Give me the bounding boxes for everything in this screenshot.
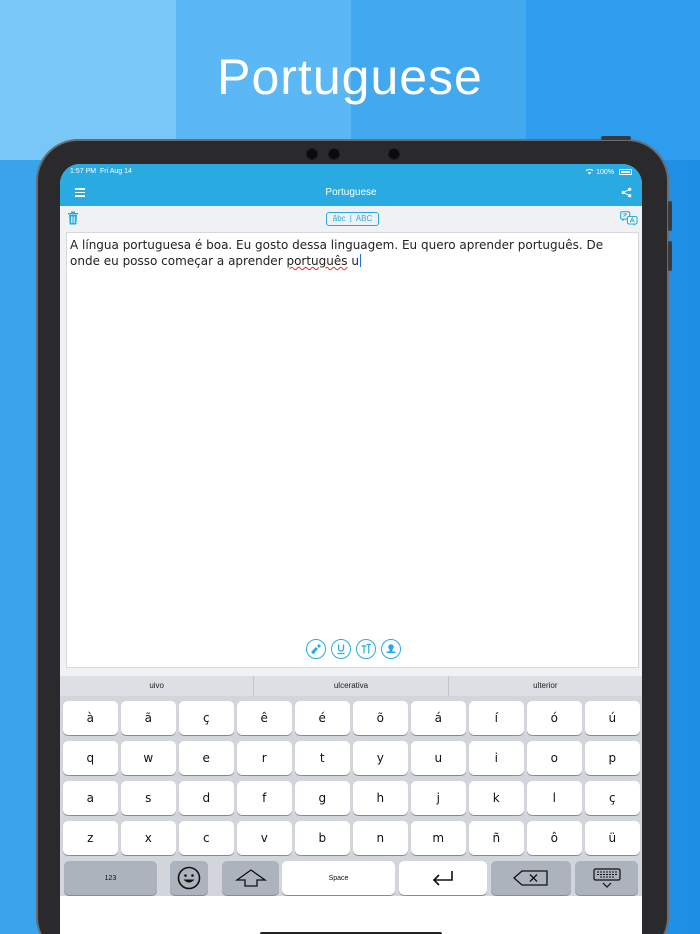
suggestion-item[interactable]: ulcerativa — [254, 676, 449, 696]
key-j[interactable]: j — [411, 781, 466, 815]
key-á[interactable]: á — [411, 701, 466, 735]
key-z[interactable]: z — [63, 821, 118, 855]
case-toggle-button[interactable]: âbc | ABC — [326, 212, 379, 226]
emoji-key[interactable] — [170, 861, 208, 895]
key-p[interactable]: p — [585, 741, 640, 775]
text-editor[interactable]: A língua portuguesa é boa. Eu gosto dess… — [66, 232, 639, 668]
battery-icon — [619, 169, 632, 175]
editor-text-tail: u — [347, 254, 359, 268]
key-g[interactable]: g — [295, 781, 350, 815]
key-ç[interactable]: ç — [585, 781, 640, 815]
clear-format-icon — [311, 644, 321, 655]
text-size-button[interactable] — [356, 639, 376, 659]
emoji-icon — [177, 866, 201, 890]
keyboard-dismiss-icon — [592, 868, 621, 888]
shift-icon — [234, 869, 267, 887]
key-a[interactable]: a — [63, 781, 118, 815]
key-y[interactable]: y — [353, 741, 408, 775]
numbers-key[interactable]: 123 — [64, 861, 157, 895]
stamp-button[interactable] — [381, 639, 401, 659]
key-m[interactable]: m — [411, 821, 466, 855]
key-i[interactable]: i — [469, 741, 524, 775]
key-v[interactable]: v — [237, 821, 292, 855]
editor-toolbar: âbc | ABC — [60, 206, 642, 232]
key-e[interactable]: e — [179, 741, 234, 775]
suggestion-item[interactable]: uivo — [60, 676, 255, 696]
status-time: 1:57 PM Fri Aug 14 — [70, 168, 132, 175]
key-n[interactable]: n — [353, 821, 408, 855]
bottom-area — [60, 896, 642, 934]
shift-key[interactable] — [222, 861, 279, 895]
return-icon — [432, 871, 453, 886]
key-h[interactable]: h — [353, 781, 408, 815]
underline-icon — [337, 644, 345, 655]
key-r[interactable]: r — [237, 741, 292, 775]
key-w[interactable]: w — [121, 741, 176, 775]
backspace-icon — [513, 870, 548, 886]
promo-title: Portuguese — [217, 49, 483, 105]
camera-icon — [388, 148, 400, 160]
key-d[interactable]: d — [179, 781, 234, 815]
stamp-icon — [386, 644, 396, 653]
space-key[interactable]: Space — [282, 861, 395, 895]
status-right: 100% — [585, 168, 632, 176]
key-à[interactable]: à — [63, 701, 118, 735]
format-bar — [306, 639, 401, 659]
dismiss-keyboard-key[interactable] — [575, 861, 638, 895]
translate-icon[interactable] — [620, 211, 638, 226]
clear-format-button[interactable] — [306, 639, 326, 659]
camera-icon — [306, 148, 318, 160]
key-í[interactable]: í — [469, 701, 524, 735]
case-separator: | — [349, 214, 352, 223]
key-ú[interactable]: ú — [585, 701, 640, 735]
suggestion-item[interactable]: ulterior — [449, 676, 642, 696]
key-s[interactable]: s — [121, 781, 176, 815]
key-õ[interactable]: õ — [353, 701, 408, 735]
share-icon[interactable] — [621, 187, 632, 198]
trash-icon[interactable] — [67, 211, 79, 225]
text-size-icon — [361, 643, 371, 654]
key-u[interactable]: u — [411, 741, 466, 775]
key-ñ[interactable]: ñ — [469, 821, 524, 855]
key-o[interactable]: o — [527, 741, 582, 775]
nav-bar: Portuguese — [60, 179, 642, 206]
key-l[interactable]: l — [527, 781, 582, 815]
key-ç[interactable]: ç — [179, 701, 234, 735]
key-ê[interactable]: ê — [237, 701, 292, 735]
volume-button-2 — [668, 241, 672, 271]
wifi-icon — [585, 168, 594, 175]
key-t[interactable]: t — [295, 741, 350, 775]
lowercase-label: âbc — [332, 214, 346, 223]
key-q[interactable]: q — [63, 741, 118, 775]
uppercase-label: ABC — [355, 214, 373, 223]
text-caret — [359, 254, 362, 267]
battery-percent: 100% — [596, 169, 615, 176]
status-bar: 1:57 PM Fri Aug 14 100% — [60, 164, 642, 179]
underline-button[interactable] — [331, 639, 351, 659]
nav-title: Portuguese — [325, 187, 377, 198]
app-screen: 1:57 PM Fri Aug 14 100% Portuguese âbc |… — [60, 164, 642, 934]
return-key[interactable] — [399, 861, 487, 895]
key-ô[interactable]: ô — [527, 821, 582, 855]
backspace-key[interactable] — [491, 861, 571, 895]
key-é[interactable]: é — [295, 701, 350, 735]
misspelled-word: português — [286, 254, 348, 268]
camera-icon — [328, 148, 340, 160]
key-k[interactable]: k — [469, 781, 524, 815]
editor-text[interactable]: A língua portuguesa é boa. Eu gosto dess… — [70, 237, 634, 269]
volume-button — [668, 201, 672, 231]
key-b[interactable]: b — [295, 821, 350, 855]
power-button — [601, 136, 631, 140]
key-ã[interactable]: ã — [121, 701, 176, 735]
key-f[interactable]: f — [237, 781, 292, 815]
key-x[interactable]: x — [121, 821, 176, 855]
key-c[interactable]: c — [179, 821, 234, 855]
key-ü[interactable]: ü — [585, 821, 640, 855]
key-ó[interactable]: ó — [527, 701, 582, 735]
suggestion-bar: uivo ulcerativa ulterior — [60, 676, 642, 696]
